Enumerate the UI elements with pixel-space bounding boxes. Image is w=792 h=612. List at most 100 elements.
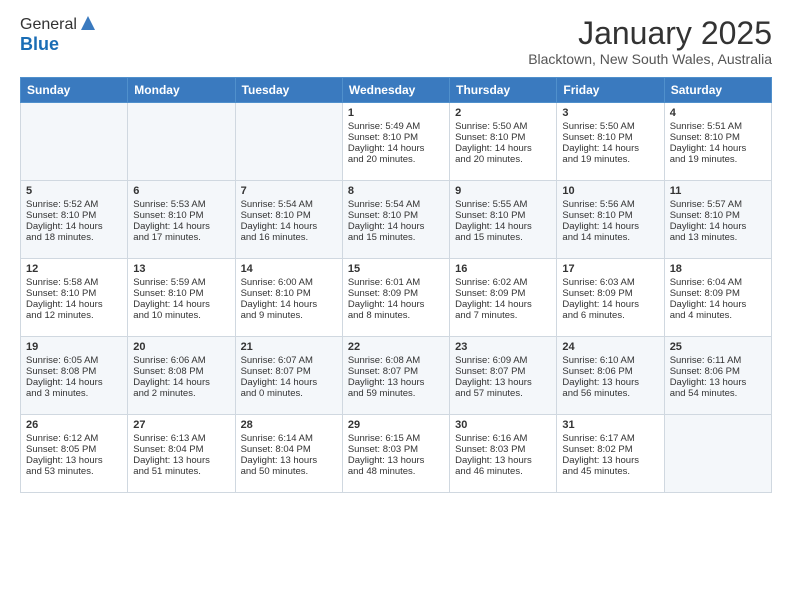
day-info: and 7 minutes. <box>455 310 551 321</box>
calendar-cell: 22Sunrise: 6:08 AMSunset: 8:07 PMDayligh… <box>342 337 449 415</box>
title-block: January 2025 Blacktown, New South Wales,… <box>528 16 772 67</box>
day-info: and 2 minutes. <box>133 388 229 399</box>
day-info: Sunset: 8:09 PM <box>455 288 551 299</box>
day-info: Sunrise: 5:54 AM <box>348 199 444 210</box>
calendar-cell: 13Sunrise: 5:59 AMSunset: 8:10 PMDayligh… <box>128 259 235 337</box>
day-info: Daylight: 13 hours <box>562 455 658 466</box>
day-number: 9 <box>455 185 551 197</box>
day-info: and 10 minutes. <box>133 310 229 321</box>
day-info: Sunset: 8:10 PM <box>670 132 766 143</box>
calendar-cell: 28Sunrise: 6:14 AMSunset: 8:04 PMDayligh… <box>235 415 342 493</box>
calendar-cell: 15Sunrise: 6:01 AMSunset: 8:09 PMDayligh… <box>342 259 449 337</box>
day-number: 13 <box>133 263 229 275</box>
day-info: Sunrise: 6:10 AM <box>562 355 658 366</box>
day-info: Daylight: 14 hours <box>455 221 551 232</box>
day-info: Sunrise: 6:13 AM <box>133 433 229 444</box>
calendar-cell: 10Sunrise: 5:56 AMSunset: 8:10 PMDayligh… <box>557 181 664 259</box>
calendar-cell: 26Sunrise: 6:12 AMSunset: 8:05 PMDayligh… <box>21 415 128 493</box>
day-info: Sunset: 8:10 PM <box>670 210 766 221</box>
location-subtitle: Blacktown, New South Wales, Australia <box>528 51 772 67</box>
day-info: and 50 minutes. <box>241 466 337 477</box>
day-info: Sunrise: 5:49 AM <box>348 121 444 132</box>
day-info: Sunrise: 5:55 AM <box>455 199 551 210</box>
day-info: Sunrise: 6:07 AM <box>241 355 337 366</box>
day-number: 28 <box>241 419 337 431</box>
calendar-cell: 8 Sunrise: 5:54 AMSunset: 8:10 PMDaylight… <box>342 181 449 259</box>
day-number: 23 <box>455 341 551 353</box>
day-info: Sunset: 8:04 PM <box>133 444 229 455</box>
page: General Blue January 2025 Blacktown, New… <box>0 0 792 612</box>
calendar-cell: 5Sunrise: 5:52 AMSunset: 8:10 PMDaylight… <box>21 181 128 259</box>
logo-general-text: General <box>20 16 77 34</box>
day-number: 7 <box>241 185 337 197</box>
day-number: 26 <box>26 419 122 431</box>
day-info: Sunset: 8:06 PM <box>562 366 658 377</box>
day-number: 18 <box>670 263 766 275</box>
calendar-week-4: 26Sunrise: 6:12 AMSunset: 8:05 PMDayligh… <box>21 415 772 493</box>
calendar-week-3: 19Sunrise: 6:05 AMSunset: 8:08 PMDayligh… <box>21 337 772 415</box>
day-info: and 4 minutes. <box>670 310 766 321</box>
day-info: Sunset: 8:06 PM <box>670 366 766 377</box>
day-number: 31 <box>562 419 658 431</box>
day-number: 16 <box>455 263 551 275</box>
col-thursday: Thursday <box>450 78 557 103</box>
day-number: 4 <box>670 107 766 119</box>
day-info: and 16 minutes. <box>241 232 337 243</box>
day-number: 22 <box>348 341 444 353</box>
day-info: Sunset: 8:10 PM <box>26 288 122 299</box>
day-number: 2 <box>455 107 551 119</box>
calendar-cell: 14Sunrise: 6:00 AMSunset: 8:10 PMDayligh… <box>235 259 342 337</box>
calendar-cell: 1Sunrise: 5:49 AMSunset: 8:10 PMDaylight… <box>342 103 449 181</box>
day-info: Sunrise: 6:02 AM <box>455 277 551 288</box>
day-info: Daylight: 14 hours <box>562 299 658 310</box>
calendar-cell: 4Sunrise: 5:51 AMSunset: 8:10 PMDaylight… <box>664 103 771 181</box>
day-info: Sunrise: 5:50 AM <box>562 121 658 132</box>
day-info: Sunset: 8:10 PM <box>455 210 551 221</box>
day-info: Sunset: 8:07 PM <box>348 366 444 377</box>
day-info: Daylight: 14 hours <box>348 221 444 232</box>
day-info: Sunrise: 6:09 AM <box>455 355 551 366</box>
calendar-cell: 23Sunrise: 6:09 AMSunset: 8:07 PMDayligh… <box>450 337 557 415</box>
day-info: Daylight: 14 hours <box>241 299 337 310</box>
calendar-week-0: 1Sunrise: 5:49 AMSunset: 8:10 PMDaylight… <box>21 103 772 181</box>
day-info: and 9 minutes. <box>241 310 337 321</box>
header: General Blue January 2025 Blacktown, New… <box>20 16 772 67</box>
day-info: Daylight: 14 hours <box>348 299 444 310</box>
day-number: 20 <box>133 341 229 353</box>
day-info: Sunset: 8:08 PM <box>26 366 122 377</box>
day-number: 17 <box>562 263 658 275</box>
day-number: 30 <box>455 419 551 431</box>
day-info: Sunrise: 5:54 AM <box>241 199 337 210</box>
day-info: Daylight: 14 hours <box>670 221 766 232</box>
calendar-cell <box>235 103 342 181</box>
day-info: Sunset: 8:03 PM <box>455 444 551 455</box>
day-number: 8 <box>348 185 444 197</box>
day-info: Sunrise: 6:04 AM <box>670 277 766 288</box>
day-info: Sunset: 8:10 PM <box>562 210 658 221</box>
day-info: and 6 minutes. <box>562 310 658 321</box>
day-info: Sunset: 8:10 PM <box>348 210 444 221</box>
day-info: Sunset: 8:07 PM <box>241 366 337 377</box>
day-info: Sunset: 8:09 PM <box>562 288 658 299</box>
header-row: Sunday Monday Tuesday Wednesday Thursday… <box>21 78 772 103</box>
day-info: Sunset: 8:10 PM <box>348 132 444 143</box>
day-info: Daylight: 13 hours <box>348 377 444 388</box>
day-info: Daylight: 14 hours <box>670 143 766 154</box>
day-info: and 17 minutes. <box>133 232 229 243</box>
day-info: Sunrise: 6:16 AM <box>455 433 551 444</box>
calendar-cell: 19Sunrise: 6:05 AMSunset: 8:08 PMDayligh… <box>21 337 128 415</box>
day-number: 24 <box>562 341 658 353</box>
day-info: Sunrise: 6:00 AM <box>241 277 337 288</box>
calendar-cell: 16Sunrise: 6:02 AMSunset: 8:09 PMDayligh… <box>450 259 557 337</box>
day-info: Daylight: 14 hours <box>670 299 766 310</box>
day-info: Daylight: 14 hours <box>562 143 658 154</box>
col-wednesday: Wednesday <box>342 78 449 103</box>
calendar-cell: 29Sunrise: 6:15 AMSunset: 8:03 PMDayligh… <box>342 415 449 493</box>
month-title: January 2025 <box>528 16 772 51</box>
day-number: 27 <box>133 419 229 431</box>
day-info: and 56 minutes. <box>562 388 658 399</box>
col-sunday: Sunday <box>21 78 128 103</box>
calendar-week-1: 5Sunrise: 5:52 AMSunset: 8:10 PMDaylight… <box>21 181 772 259</box>
day-info: Daylight: 14 hours <box>455 143 551 154</box>
day-info: Sunrise: 5:50 AM <box>455 121 551 132</box>
